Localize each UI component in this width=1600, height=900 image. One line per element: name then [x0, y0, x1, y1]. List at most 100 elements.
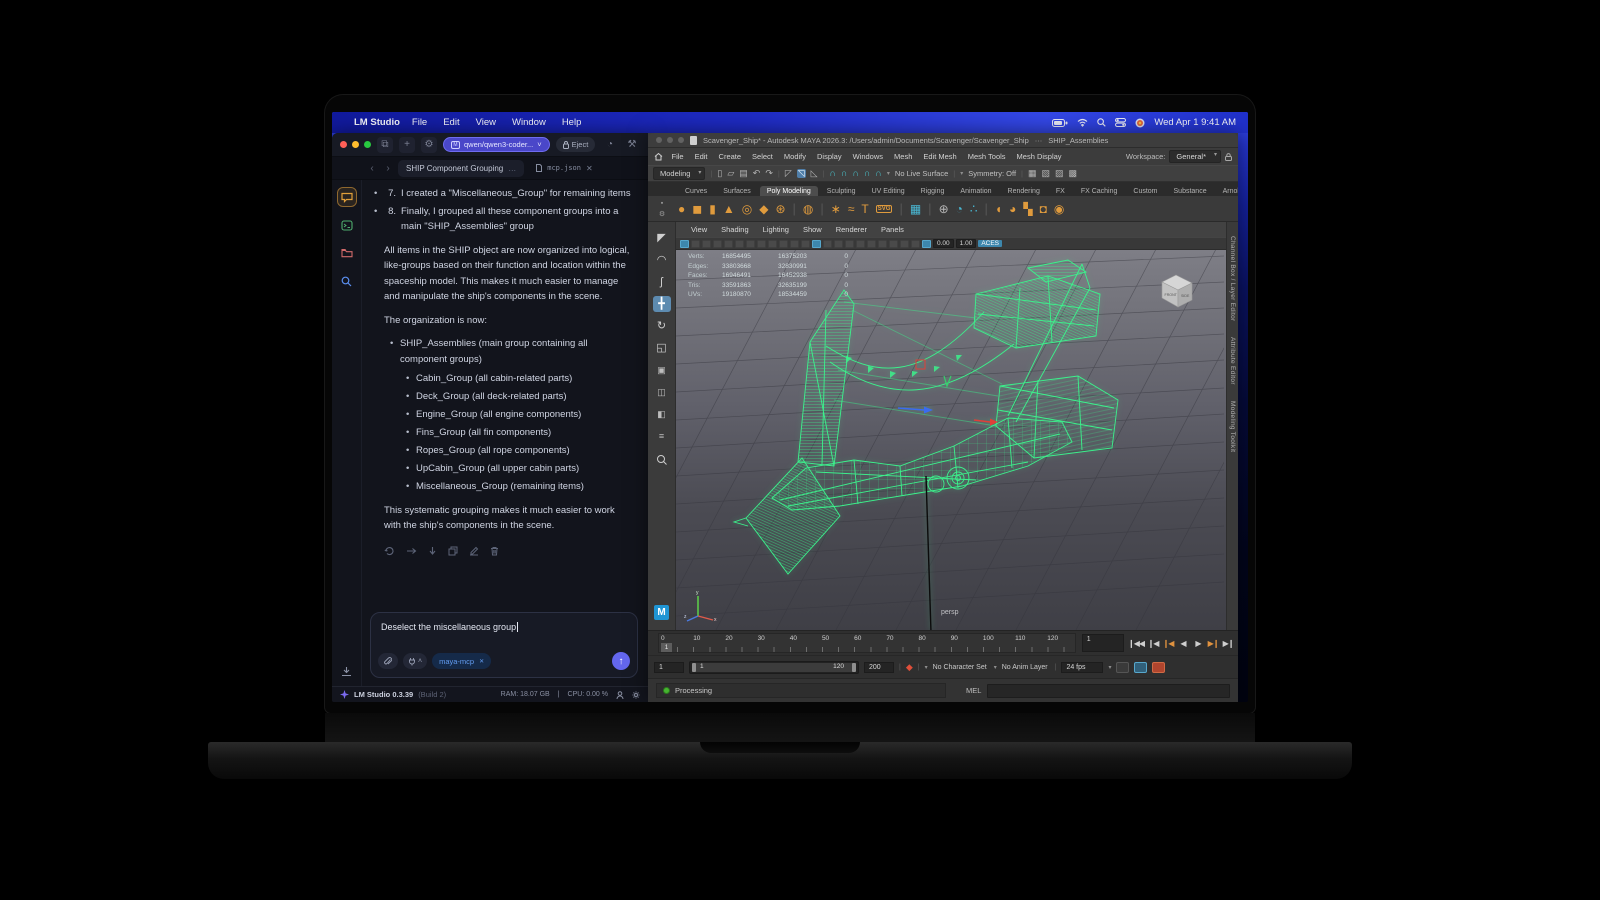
view-cube[interactable]: FRONT SIDE [1154, 272, 1198, 312]
menu-item[interactable]: Edit [689, 152, 713, 161]
remove-mcp-icon[interactable]: ✕ [479, 658, 484, 665]
poly-cylinder-icon[interactable]: ▮ [709, 203, 716, 215]
character-set-dropdown[interactable]: No Character Set [933, 664, 989, 671]
shelf-tab[interactable]: Arnold [1216, 186, 1238, 196]
rotate-tool-icon[interactable]: ↻ [653, 318, 671, 334]
shelf-tab[interactable]: Custom [1126, 186, 1164, 196]
undo-icon[interactable]: ↶ [753, 169, 761, 178]
nav-back-icon[interactable]: ‹ [366, 163, 378, 174]
dock-tab[interactable]: Attribute Editor [1229, 337, 1236, 385]
chat-input-box[interactable]: Deselect the miscellaneous group ˄ maya-… [370, 612, 638, 678]
smooth-icon[interactable]: ◕ [1009, 203, 1016, 215]
app-status-icon[interactable] [1135, 118, 1145, 128]
menu-item[interactable]: Display [812, 152, 848, 161]
curve-warp-icon[interactable]: ≈ [848, 203, 855, 215]
menu-item[interactable]: Help [554, 117, 590, 128]
range-start-handle[interactable] [692, 663, 696, 672]
menu-item[interactable]: Mesh [889, 152, 918, 161]
type-tool-icon[interactable]: T [861, 203, 868, 215]
poly-torus-icon[interactable]: ◎ [742, 203, 752, 215]
film-gate-icon[interactable] [735, 240, 744, 248]
platonic-solid-icon[interactable]: ◍ [803, 203, 813, 215]
shelf-tab[interactable]: Rendering [1001, 186, 1047, 196]
select-tool-icon[interactable]: ◤ [653, 230, 671, 246]
anim-preferences-icon[interactable] [1134, 662, 1147, 673]
control-center-icon[interactable] [1115, 118, 1126, 127]
colorspace-badge[interactable]: ACES [978, 240, 1002, 247]
active-app-name[interactable]: LM Studio [354, 117, 400, 128]
sidebar-item-my-models[interactable] [338, 244, 356, 262]
set-key-icon[interactable]: ◆ [906, 662, 913, 673]
select-by-component-icon[interactable]: ◺ [811, 169, 818, 178]
safe-title-icon[interactable] [790, 240, 799, 248]
menu-item[interactable]: Windows [847, 152, 888, 161]
auto-keyframe-toggle[interactable] [1116, 662, 1129, 673]
shelf-gear-icon[interactable]: ⚙ [659, 210, 665, 218]
settings-gear-icon[interactable]: ⚙ [421, 137, 437, 153]
poly-pipe-icon[interactable]: ◆ [759, 203, 768, 215]
spotlight-search-icon[interactable] [1097, 118, 1106, 127]
mute-toggle-icon[interactable] [1152, 662, 1165, 673]
shelf-tab[interactable]: Poly Modeling [760, 186, 818, 196]
symmetry-label[interactable]: Symmetry: Off [968, 169, 1016, 178]
close-window-button[interactable] [656, 137, 662, 143]
shelf-tab[interactable]: Curves [678, 186, 714, 196]
menu-item[interactable]: File [666, 152, 689, 161]
chat-input-field[interactable]: Deselect the miscellaneous group [371, 613, 637, 632]
model-selector[interactable]: M qwen/qwen3-coder... ˅ [443, 137, 550, 152]
select-by-object-icon[interactable]: ◹ [797, 169, 806, 178]
panel-menu-item[interactable]: View [684, 225, 714, 234]
shelf-tab[interactable]: Rigging [914, 186, 952, 196]
new-chat-button[interactable]: + [399, 137, 415, 153]
hypershade-icon[interactable]: ▨ [1055, 169, 1064, 178]
chevron-down-icon[interactable]: ▾ [960, 170, 963, 177]
gear-icon[interactable] [632, 691, 640, 699]
send-message-button[interactable]: ↑ [612, 652, 630, 670]
mcp-server-pill[interactable]: maya-mcp ✕ [432, 653, 491, 669]
chevron-down-icon[interactable]: ▾ [1108, 664, 1111, 671]
gamma-field[interactable]: 1.00 [956, 239, 977, 248]
snap-to-grid-icon[interactable]: ∩ [830, 169, 836, 178]
shelf-options[interactable]: ▪⚙ [652, 200, 672, 218]
go-to-end-button[interactable]: ▶❙ [1222, 639, 1234, 648]
open-scene-icon[interactable]: ▱ [727, 169, 734, 178]
isolate-select-icon[interactable] [900, 240, 909, 248]
paint-select-tool-icon[interactable]: ʃ [653, 274, 671, 290]
move-tool-icon[interactable]: ╋ [653, 296, 671, 312]
shelf-tab[interactable]: Sculpting [820, 186, 863, 196]
current-frame-field[interactable]: 1 [1082, 634, 1124, 652]
separator[interactable]: | [928, 202, 931, 215]
layout-split-pane-icon[interactable]: ◧ [653, 406, 671, 422]
snap-to-plane-icon[interactable]: ∩ [864, 169, 870, 178]
snap-to-surface-icon[interactable]: ∩ [875, 169, 881, 178]
two-d-pan-icon[interactable] [724, 240, 733, 248]
menu-item[interactable]: Create [713, 152, 747, 161]
save-scene-icon[interactable]: ▤ [739, 169, 748, 178]
workspace-dropdown[interactable]: General* [1169, 150, 1221, 163]
depth-of-field-icon[interactable] [889, 240, 898, 248]
maya-title-bar[interactable]: Scavenger_Ship* - Autodesk MAYA 2026.3: … [648, 133, 1238, 148]
step-back-key-button[interactable]: ❙◀ [1162, 639, 1174, 648]
tab-options-icon[interactable]: … [508, 164, 516, 173]
range-slider[interactable]: 1 120 [689, 661, 859, 674]
battery-icon[interactable] [1052, 119, 1068, 127]
image-plane-icon[interactable] [713, 240, 722, 248]
wireframe-icon[interactable] [801, 240, 810, 248]
timeline-ruler[interactable]: 0102030405060708090100110120 1 [658, 633, 1076, 653]
lock-icon[interactable] [1225, 153, 1232, 161]
step-fwd-key-button[interactable]: ▶❙ [1207, 639, 1219, 648]
node-editor-icon[interactable]: ▩ [1069, 169, 1078, 178]
panel-menu-item[interactable]: Shading [714, 225, 756, 234]
toggle-sidebar-icon[interactable]: ⧉ [377, 137, 393, 153]
camera-attrs-icon[interactable] [691, 240, 700, 248]
ship-wireframe-model[interactable] [676, 250, 1224, 630]
current-time-marker[interactable]: 1 [661, 643, 672, 653]
copy-icon[interactable] [448, 546, 458, 556]
render-view-icon[interactable]: ▧ [1042, 169, 1051, 178]
joints-xray-icon[interactable] [922, 240, 931, 248]
gate-mask-icon[interactable] [757, 240, 766, 248]
zoom-window-button[interactable] [364, 141, 371, 148]
separator[interactable]: | [820, 202, 823, 215]
close-tab-icon[interactable]: ✕ [586, 164, 593, 173]
scale-tool-icon[interactable]: ◱ [653, 340, 671, 356]
